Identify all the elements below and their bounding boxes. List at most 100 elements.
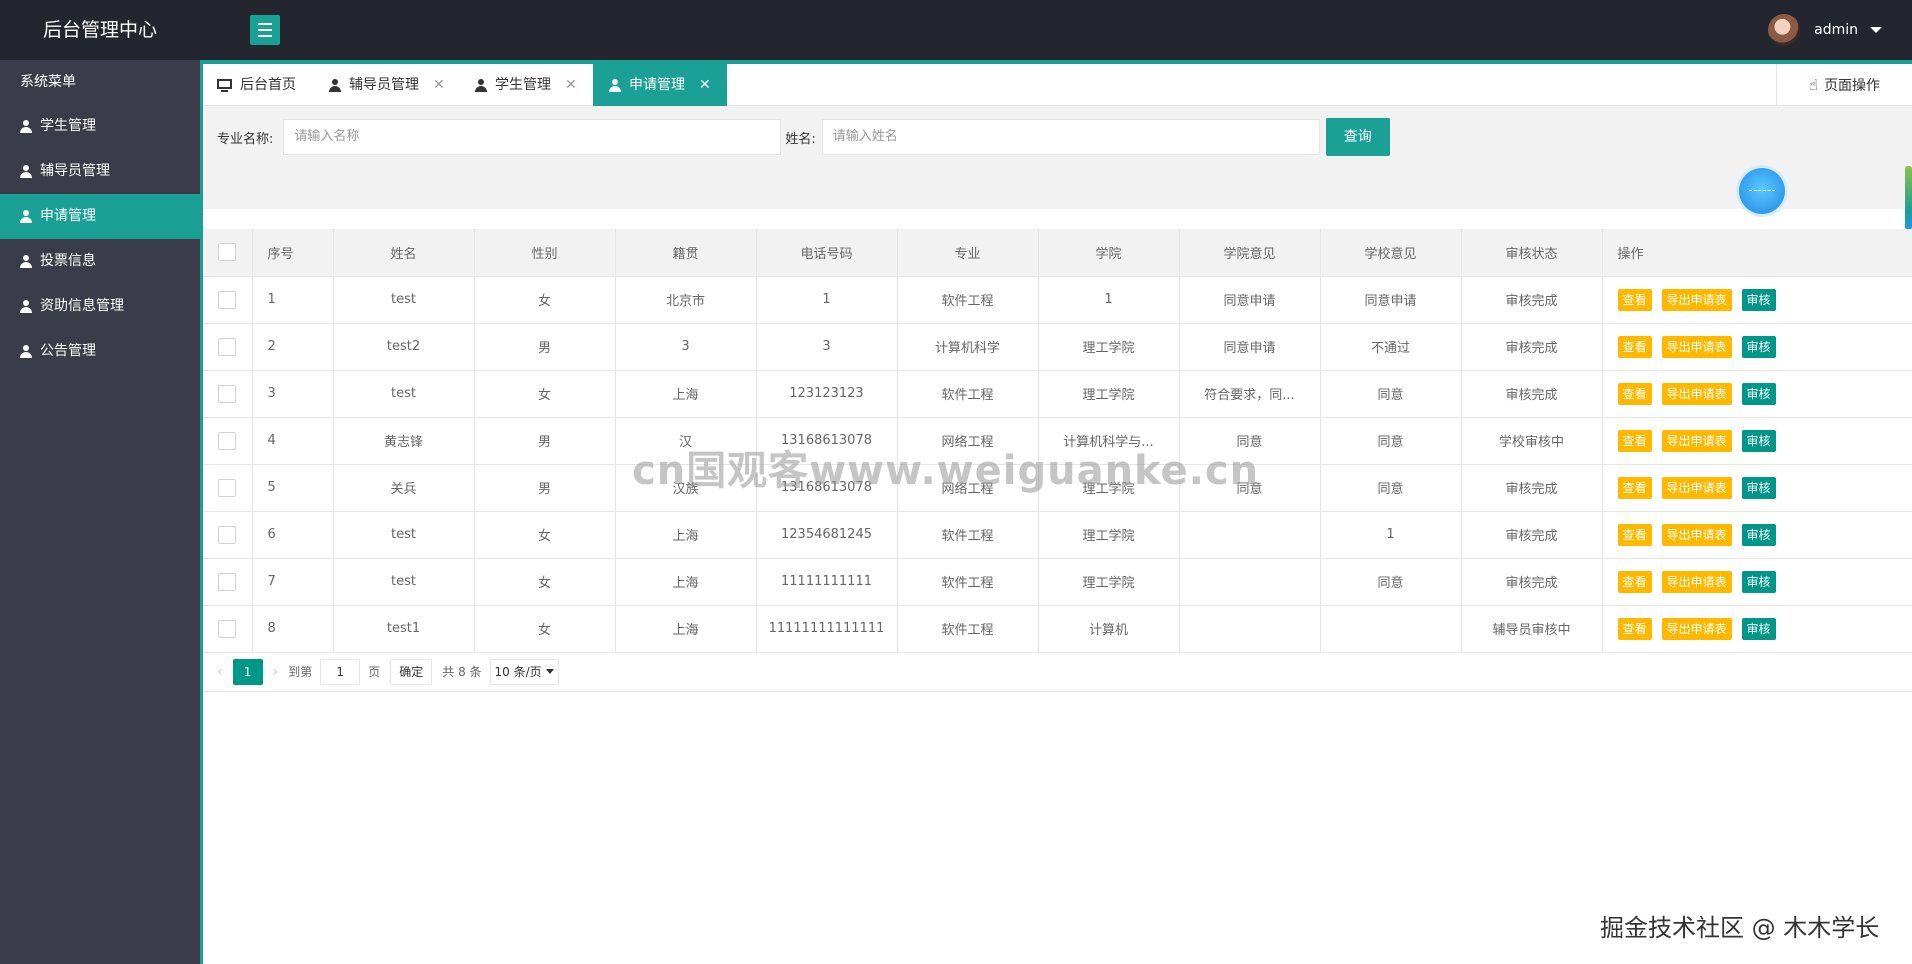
export-button[interactable]: 导出申请表 [1661,570,1732,593]
column-header: 操作 [1602,229,1912,277]
table-cell: 123123123 [756,370,898,418]
sidebar-item-funding[interactable]: 资助信息管理 [0,284,200,329]
export-button[interactable]: 导出申请表 [1661,476,1732,499]
export-button[interactable]: 导出申请表 [1661,288,1732,311]
sidebar-item-counselor[interactable]: 辅导员管理 [0,149,200,194]
review-button[interactable]: 审核 [1741,570,1776,593]
app-logo: 后台管理中心 [42,19,157,41]
table-cell: 理工学院 [1038,323,1180,371]
goto-page-input[interactable]: 1 [320,658,361,685]
user-menu[interactable]: admin [1768,14,1882,46]
table-cell: 上海 [615,511,757,559]
export-button[interactable]: 导出申请表 [1661,335,1732,358]
table-row[interactable]: 2 test2 男 3 3 计算机科学 理工学院 同意申请 不通过 审核完成 查看 导出申请表 审核 [203,323,1912,371]
table-cell: 男 [474,417,616,465]
avatar[interactable] [1768,14,1801,46]
sidebar-item-vote[interactable]: 投票信息 [0,239,200,284]
table-row[interactable]: 6 test 女上海 12354681245 软件工程 理工学院 1 审核完成 查看 导出申请表审… [203,511,1912,559]
query-button[interactable]: 查询 [1325,118,1390,156]
table-cell [1179,511,1321,559]
view-button[interactable]: 查看 [1617,382,1652,405]
review-button[interactable]: 审核 [1741,288,1776,311]
table-cell: 1 [756,276,898,324]
table-cell: 同意申请 [1179,276,1321,324]
table-row[interactable]: 8 test1 女上海 11111111111111 软件工程 计算机 辅导员审核中 查看 导出… [203,605,1912,653]
table-cell: 5 [252,464,334,512]
sidebar-item-student[interactable]: 学生管理 [0,104,200,149]
caret-down-icon[interactable] [1870,27,1882,33]
hand-pointer-icon: ☝ [1808,76,1819,94]
actions-cell: 查看 导出申请表 审核 [1602,323,1912,371]
next-page-icon[interactable]: › [273,664,279,680]
current-page[interactable]: 1 [232,658,263,685]
row-checkbox[interactable] [218,337,237,356]
column-header: 学校意见 [1320,229,1462,277]
review-button[interactable]: 审核 [1741,476,1776,499]
table-cell: 女 [474,276,616,324]
tab-home[interactable]: 后台首页 [217,64,296,106]
row-checkbox[interactable] [218,478,237,497]
export-button[interactable]: 导出申请表 [1661,617,1732,640]
sidebar-item-notice[interactable]: 公告管理 [0,329,200,374]
review-button[interactable]: 审核 [1741,382,1776,405]
table-cell: 1 [1038,276,1180,324]
name-input[interactable]: 请输入姓名 [821,119,1320,155]
tab-application[interactable]: 申请管理 ✕ [593,64,727,106]
row-checkbox[interactable] [218,431,237,450]
username[interactable]: admin [1814,22,1858,38]
row-checkbox[interactable] [218,384,237,403]
view-button[interactable]: 查看 [1617,335,1652,358]
page-operations-button[interactable]: ☝ 页面操作 [1776,64,1912,106]
scrollbar[interactable] [1905,166,1912,230]
confirm-button[interactable]: 确定 [390,658,433,685]
export-button[interactable]: 导出申请表 [1661,523,1732,546]
tab-student[interactable]: 学生管理 ✕ [475,64,577,106]
export-button[interactable]: 导出申请表 [1661,429,1732,452]
view-button[interactable]: 查看 [1617,617,1652,640]
table-cell: test [333,370,475,418]
row-checkbox[interactable] [218,290,237,309]
table-cell: 理工学院 [1038,370,1180,418]
close-icon[interactable]: ✕ [699,64,711,106]
table-row[interactable]: 3 test 女上海 123123123 软件工程 理工学院 符合要求，同... 同意 审核完成… [203,370,1912,418]
tab-counselor[interactable]: 辅导员管理 ✕ [329,64,445,106]
view-button[interactable]: 查看 [1617,523,1652,546]
review-button[interactable]: 审核 [1741,523,1776,546]
table-cell: 辅导员审核中 [1461,605,1603,653]
row-checkbox[interactable] [218,572,237,591]
sidebar-item-application[interactable]: 申请管理 [0,194,200,239]
table-row[interactable]: 7 test 女上海 11111111111 软件工程 理工学院 同意 审核完成 查看 导出申请表… [203,558,1912,606]
table-cell: 上海 [615,370,757,418]
actions-cell: 查看 导出申请表 审核 [1602,276,1912,324]
tab-bar: 后台首页 辅导员管理 ✕ 学生管理 ✕ 申请管理 ✕ ☝ 页面操作 [203,64,1912,106]
table-cell: 6 [252,511,334,559]
page-size-select[interactable]: 10 条/页 [489,658,559,685]
sidebar: 系统菜单 学生管理 辅导员管理 申请管理 投票信息 资助信息管理 公告管理 [0,60,200,964]
table-cell: 11111111111 [756,558,898,606]
row-checkbox[interactable] [218,619,237,638]
actions-cell: 查看 导出申请表 审核 [1602,511,1912,559]
table-cell: test [333,276,475,324]
row-checkbox[interactable] [218,525,237,544]
review-button[interactable]: 审核 [1741,429,1776,452]
corner-watermark: 掘金技术社区 @ 木木学长 [1600,914,1880,942]
sidebar-item-label: 学生管理 [40,118,96,134]
major-label: 专业名称: [217,131,274,147]
table-cell: 同意申请 [1320,276,1462,324]
menu-toggle-button[interactable] [250,15,280,45]
view-button[interactable]: 查看 [1617,476,1652,499]
major-input[interactable]: 请输入名称 [283,119,782,155]
close-icon[interactable]: ✕ [565,64,577,106]
review-button[interactable]: 审核 [1741,335,1776,358]
view-button[interactable]: 查看 [1617,570,1652,593]
view-button[interactable]: 查看 [1617,429,1652,452]
review-button[interactable]: 审核 [1741,617,1776,640]
select-all-checkbox[interactable] [218,243,237,262]
close-icon[interactable]: ✕ [433,64,445,106]
column-header: 性别 [474,229,616,277]
prev-page-icon[interactable]: ‹ [217,664,223,680]
table-row[interactable]: 1 test 女北京市 1 软件工程 1 同意申请 同意申请 审核完成 查看 导出申请表 审核 [203,276,1912,324]
export-button[interactable]: 导出申请表 [1661,382,1732,405]
table-cell: 女 [474,605,616,653]
view-button[interactable]: 查看 [1617,288,1652,311]
